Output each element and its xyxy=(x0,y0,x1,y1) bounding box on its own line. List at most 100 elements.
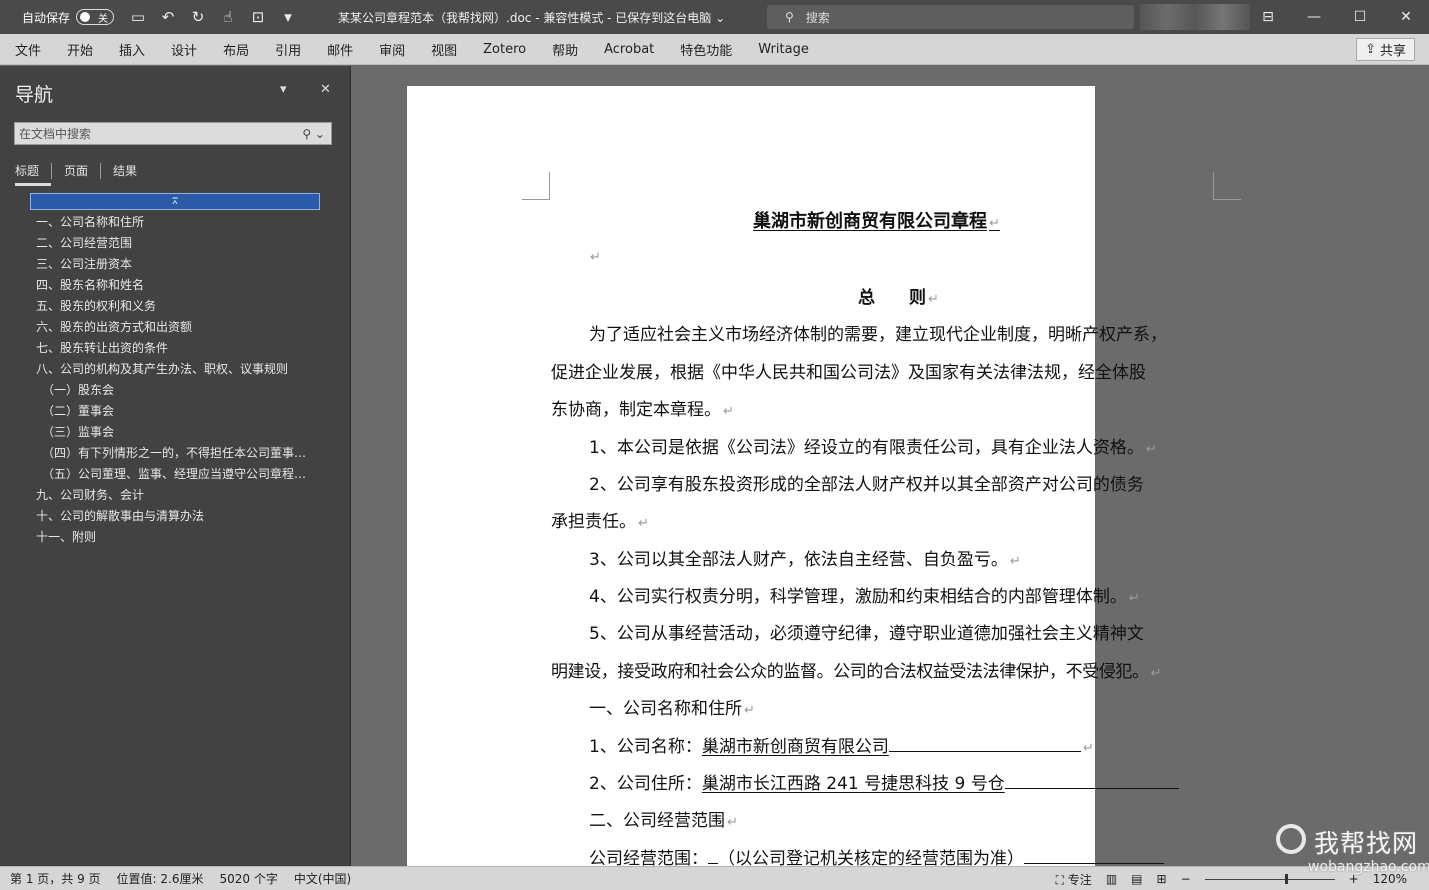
field-label: 2、公司住所： xyxy=(589,774,702,794)
nav-heading-item[interactable]: （四）有下列情形之一的，不得担任本公司董事、... xyxy=(0,443,315,464)
site-watermark: 我帮找网 wobangzhao.com xyxy=(1272,822,1429,884)
empty-paragraph[interactable]: ↵ xyxy=(588,246,601,266)
focus-mode-button[interactable]: ⛶ 专注 xyxy=(1056,871,1092,888)
tab-home[interactable]: 开始 xyxy=(54,40,106,59)
body-paragraph[interactable]: 明建设，接受政府和社会公众的监督。公司的合法权益受法法律保护，不受侵犯。 ↵ xyxy=(551,657,1161,682)
body-paragraph[interactable]: 促进企业发展，根据《中华人民共和国公司法》及国家有关法律法规，经全体股 xyxy=(551,358,1146,383)
heading-business-scope[interactable]: 二、公司经营范围 ↵ xyxy=(589,806,738,831)
status-word-count[interactable]: 5020 个字 xyxy=(219,870,277,887)
read-mode-icon[interactable]: ▥ xyxy=(1106,872,1117,886)
crop-mark-top-left xyxy=(522,172,550,200)
nav-heading-item[interactable]: 二、公司经营范围 xyxy=(0,233,315,254)
tab-review[interactable]: 审阅 xyxy=(366,40,418,59)
section-heading[interactable]: 总 则 ↵ xyxy=(858,283,939,308)
nav-heading-item[interactable]: （三）监事会 xyxy=(0,422,315,443)
company-name-line[interactable]: 1、公司名称：巢湖市新创商贸有限公司 ↵ xyxy=(589,732,1094,757)
body-paragraph[interactable]: 5、公司从事经营活动，必须遵守纪律，遵守职业道德加强社会主义精神文 xyxy=(589,619,1144,644)
nav-heading-item[interactable]: （五）公司董理、监事、经理应当遵守公司章程、... xyxy=(0,464,315,485)
tab-special-features[interactable]: 特色功能 xyxy=(667,40,745,59)
watermark-text-en: wobangzhao.com xyxy=(1308,859,1429,875)
search-box[interactable]: ⚲ 搜索 xyxy=(767,5,1134,29)
tab-acrobat[interactable]: Acrobat xyxy=(591,42,667,57)
nav-options-icon[interactable]: ▾ xyxy=(280,82,287,97)
print-preview-icon[interactable]: ⊡ xyxy=(248,8,268,26)
nav-heading-item[interactable]: 八、公司的机构及其产生办法、职权、议事规则 xyxy=(0,359,315,380)
paragraph-mark: ↵ xyxy=(1150,666,1162,681)
paragraph-mark: ↵ xyxy=(1145,442,1157,457)
tab-references[interactable]: 引用 xyxy=(262,40,314,59)
nav-heading-item[interactable]: 六、股东的出资方式和出资额 xyxy=(0,317,315,338)
tab-insert[interactable]: 插入 xyxy=(106,40,158,59)
autosave-control[interactable]: 自动保存 关 xyxy=(22,9,115,26)
magnifier-icon xyxy=(1276,824,1306,854)
body-paragraph[interactable]: 4、公司实行权责分明，科学管理，激励和约束相结合的内部管理体制。 ↵ xyxy=(589,582,1140,607)
status-position[interactable]: 位置值: 2.6厘米 xyxy=(117,870,204,887)
nav-tab-headings[interactable]: 标题 xyxy=(15,163,52,186)
tab-file[interactable]: 文件 xyxy=(0,40,54,59)
tab-mailings[interactable]: 邮件 xyxy=(314,40,366,59)
tab-help[interactable]: 帮助 xyxy=(539,40,591,59)
title-text: 巢湖市新创商贸有限公司章程 xyxy=(753,211,987,232)
search-icon[interactable]: ⚲ ⌄ xyxy=(302,127,325,141)
close-icon[interactable]: ✕ xyxy=(1383,9,1429,25)
tab-zotero[interactable]: Zotero xyxy=(470,42,539,57)
body-paragraph[interactable]: 2、公司享有股东投资形成的全部法人财产权并以其全部资产对公司的债务 xyxy=(589,470,1144,495)
maximize-icon[interactable]: ☐ xyxy=(1337,9,1383,25)
tab-layout[interactable]: 布局 xyxy=(210,40,262,59)
paragraph-mark: ↵ xyxy=(1009,554,1021,569)
nav-heading-item[interactable]: （一）股东会 xyxy=(0,380,315,401)
body-paragraph[interactable]: 承担责任。 ↵ xyxy=(551,507,649,532)
status-language[interactable]: 中文(中国) xyxy=(294,870,351,887)
ribbon-display-icon[interactable]: ⊟ xyxy=(1245,9,1291,25)
para-text: 为了适应社会主义市场经济体制的需要，建立现代企业制度，明晰产权产系， xyxy=(589,325,1167,345)
underline-fill xyxy=(708,848,718,864)
nav-tab-results[interactable]: 结果 xyxy=(100,163,149,179)
tab-view[interactable]: 视图 xyxy=(418,40,470,59)
tab-writage[interactable]: Writage xyxy=(745,42,822,57)
nav-heading-item[interactable]: 三、公司注册资本 xyxy=(0,254,315,275)
tab-design[interactable]: 设计 xyxy=(158,40,210,59)
navigation-pane: 导航 ▾ ✕ 在文档中搜索 ⚲ ⌄ 标题 页面 结果 ⩞ 一、公司名称和住所 二… xyxy=(0,66,351,866)
paragraph-mark: ↵ xyxy=(744,703,755,718)
underline-fill xyxy=(1024,848,1164,864)
zoom-out-icon[interactable]: − xyxy=(1181,872,1191,886)
nav-heading-item[interactable]: 四、股东名称和姓名 xyxy=(0,275,315,296)
document-title-heading[interactable]: 巢湖市新创商贸有限公司章程 ↵ xyxy=(753,207,1000,233)
nav-heading-item[interactable]: 五、股东的权利和义务 xyxy=(0,296,315,317)
nav-heading-item[interactable]: 七、股东转让出资的条件 xyxy=(0,338,315,359)
body-paragraph[interactable]: 3、公司以其全部法人财产，依法自主经营、自负盈亏。 ↵ xyxy=(589,545,1021,570)
autosave-toggle[interactable]: 关 xyxy=(76,9,115,25)
heading-company-name-address[interactable]: 一、公司名称和住所 ↵ xyxy=(589,694,755,719)
touch-mode-icon[interactable]: ☝ xyxy=(218,8,238,26)
para-text: 促进企业发展，根据《中华人民共和国公司法》及国家有关法律法规，经全体股 xyxy=(551,363,1146,383)
autosave-state: 关 xyxy=(98,13,109,25)
focus-icon: ⛶ xyxy=(1055,872,1068,887)
nav-tab-pages[interactable]: 页面 xyxy=(51,163,100,179)
share-button[interactable]: ⇪ 共享 xyxy=(1356,38,1415,61)
undo-icon[interactable]: ↶ xyxy=(158,8,178,26)
status-page-count[interactable]: 第 1 页，共 9 页 xyxy=(10,870,101,887)
nav-heading-item[interactable]: （二）董事会 xyxy=(0,401,315,422)
minimize-icon[interactable]: — xyxy=(1291,9,1337,25)
nav-heading-item[interactable]: 十、公司的解散事由与清算办法 xyxy=(0,506,315,527)
company-address-value: 巢湖市长江西路 241 号捷思科技 9 号仓 xyxy=(701,774,1005,794)
search-placeholder: 搜索 xyxy=(805,10,830,25)
web-layout-icon[interactable]: ⊞ xyxy=(1157,872,1167,886)
nav-selected-heading[interactable]: ⩞ xyxy=(30,193,320,210)
nav-close-icon[interactable]: ✕ xyxy=(320,82,331,97)
nav-search-input[interactable]: 在文档中搜索 ⚲ ⌄ xyxy=(14,122,332,145)
account-area[interactable] xyxy=(1140,4,1250,30)
redo-icon[interactable]: ↻ xyxy=(188,8,208,26)
body-paragraph[interactable]: 东协商，制定本章程。 ↵ xyxy=(551,395,734,420)
body-paragraph[interactable]: 为了适应社会主义市场经济体制的需要，建立现代企业制度，明晰产权产系， xyxy=(589,320,1167,345)
body-paragraph[interactable]: 1、本公司是依据《公司法》经设立的有限责任公司，具有企业法人资格。 ↵ xyxy=(589,433,1157,458)
customize-qat-icon[interactable]: ▾ xyxy=(278,8,298,26)
nav-heading-item[interactable]: 一、公司名称和住所 xyxy=(0,212,315,233)
paragraph-mark: ↵ xyxy=(928,292,939,307)
print-layout-icon[interactable]: ▤ xyxy=(1131,872,1142,886)
paragraph-mark: ↵ xyxy=(989,216,1000,231)
save-icon[interactable]: ▭ xyxy=(128,8,148,26)
nav-heading-item[interactable]: 十一、附则 xyxy=(0,527,315,548)
company-address-line[interactable]: 2、公司住所：巢湖市长江西路 241 号捷思科技 9 号仓 xyxy=(589,769,1179,794)
nav-heading-item[interactable]: 九、公司财务、会计 xyxy=(0,485,315,506)
